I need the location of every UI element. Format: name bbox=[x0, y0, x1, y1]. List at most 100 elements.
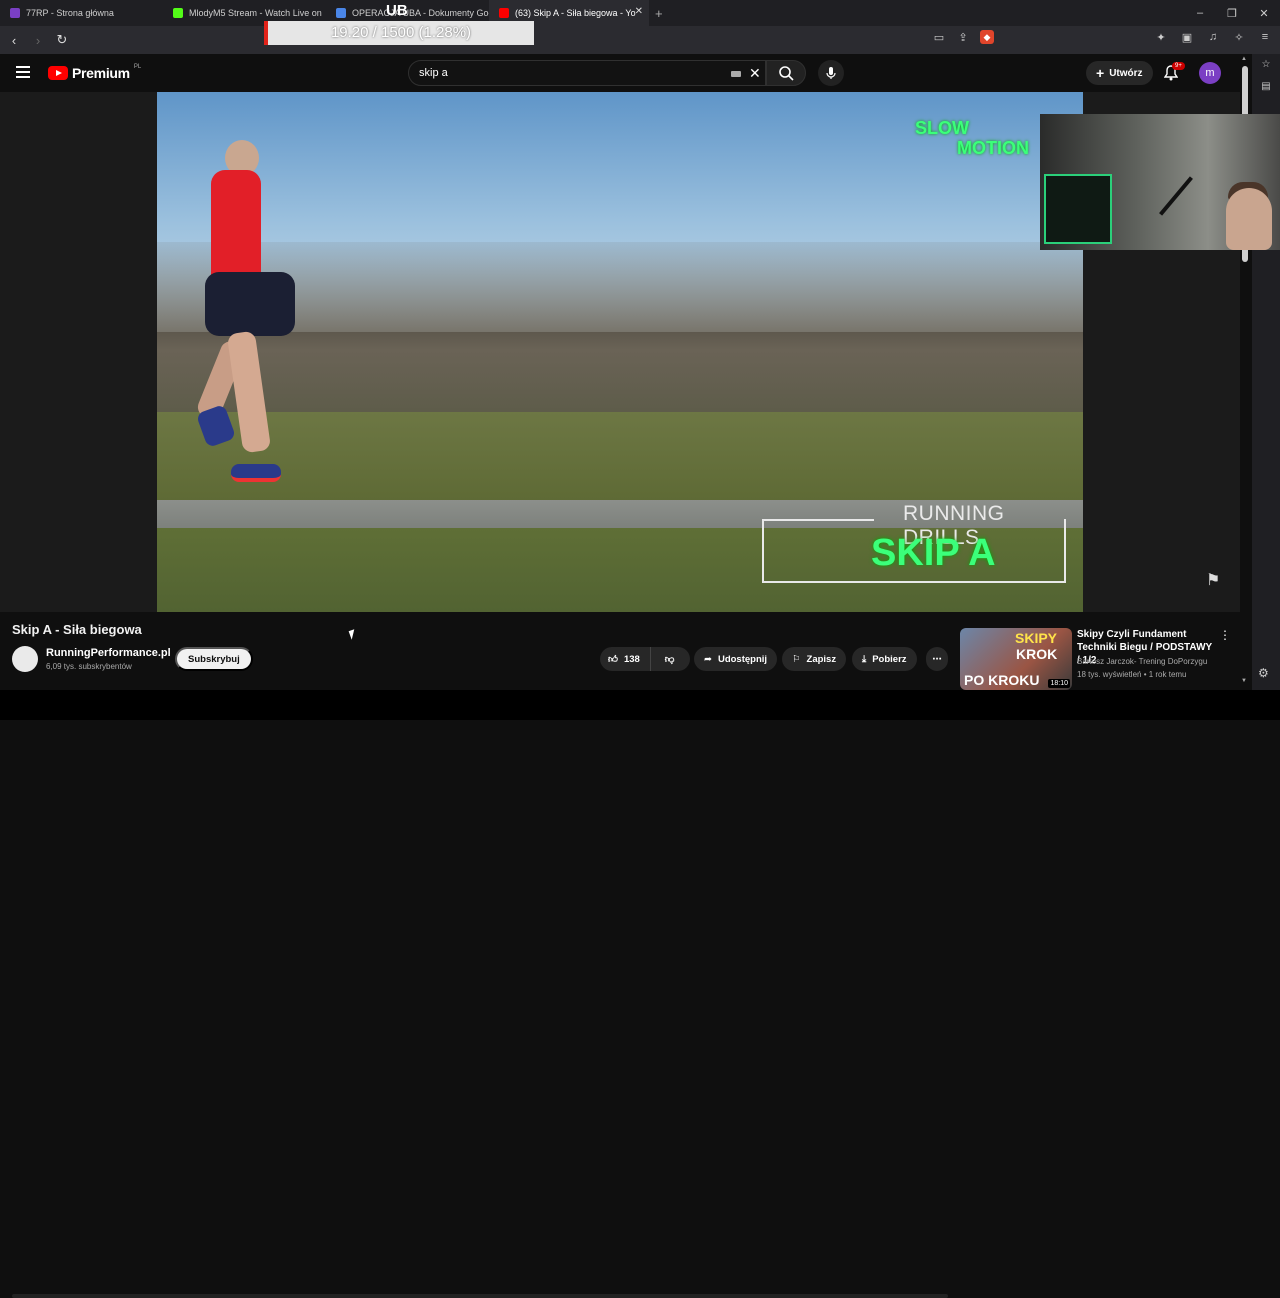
slow-motion-caption: SLOW MOTION bbox=[915, 118, 1029, 158]
new-tab-button[interactable]: + bbox=[655, 6, 663, 21]
hamburger-menu-icon[interactable] bbox=[16, 66, 30, 78]
webcam-person bbox=[1226, 188, 1272, 250]
webcam-pc-case bbox=[1044, 174, 1112, 244]
overlay-title: UB bbox=[386, 2, 408, 19]
youtube-play-icon bbox=[48, 66, 68, 80]
channel-watermark-icon: ⚑ bbox=[1206, 572, 1221, 589]
runner-shoe-ground bbox=[231, 464, 281, 482]
youtube-header: Premium PL ✕ + Utwórz 9+ m bbox=[0, 54, 1240, 92]
channel-name[interactable]: RunningPerformance.pl bbox=[46, 647, 171, 659]
streamer-webcam bbox=[1040, 114, 1280, 250]
forward-icon[interactable]: › bbox=[28, 30, 48, 50]
77rp-favicon-icon bbox=[10, 8, 20, 18]
download-icon: ⤓ bbox=[862, 653, 867, 665]
browser-tab-bar: 77RP - Strona główna MlodyM5 Stream - Wa… bbox=[0, 0, 1280, 26]
restore-icon[interactable]: ❐ bbox=[1216, 0, 1248, 26]
like-button[interactable]: 👍︎ 138 bbox=[600, 647, 651, 671]
share-arrow-icon: ➦ bbox=[704, 653, 712, 665]
sidebar-toggle-icon[interactable]: ▣ bbox=[1180, 30, 1194, 44]
video-frame[interactable]: SLOW MOTION RUNNING DRILLS SKIP A bbox=[157, 92, 1083, 612]
address-bar: ‹ › ↻ bbox=[0, 26, 1280, 54]
webcam-mic-arm bbox=[1159, 176, 1193, 216]
voice-search-button[interactable] bbox=[818, 60, 844, 86]
menu-icon[interactable]: ≡ bbox=[1258, 30, 1272, 44]
subscriber-count: 6,09 tys. subskrybentów bbox=[46, 662, 132, 671]
channel-avatar[interactable] bbox=[12, 646, 38, 672]
tab-close-icon[interactable]: ✕ bbox=[635, 6, 643, 17]
keyboard-icon[interactable] bbox=[731, 71, 741, 77]
extensions-icon[interactable]: ✦ bbox=[1154, 30, 1168, 44]
more-actions-button[interactable]: ⋯ bbox=[926, 647, 948, 671]
clear-search-icon[interactable]: ✕ bbox=[749, 65, 761, 82]
thumb-text-line3: PO KROKU bbox=[964, 672, 1040, 688]
tab-label: 77RP - Strona główna bbox=[26, 8, 114, 18]
video-title: Skip A - Siła biegowa bbox=[12, 622, 142, 637]
leo-ai-icon[interactable]: ✧ bbox=[1232, 30, 1246, 44]
search-button[interactable] bbox=[766, 60, 806, 86]
logo-text: Premium bbox=[72, 65, 130, 81]
recommended-more-icon[interactable]: ⋮ bbox=[1219, 628, 1231, 642]
notification-badge: 9+ bbox=[1172, 62, 1185, 70]
logo-region: PL bbox=[133, 64, 142, 70]
thumbs-up-icon: 👍︎ bbox=[608, 654, 618, 665]
brave-shield-icon[interactable]: ◆ bbox=[980, 30, 994, 44]
share-label: Udostępnij bbox=[717, 653, 768, 665]
video-grass bbox=[157, 412, 1083, 502]
browser-toolbar-icons: ✦ ▣ ♫ ✧ ≡ bbox=[1154, 30, 1272, 44]
thumb-text-line1: SKIPY bbox=[1015, 630, 1058, 646]
kick-favicon-icon bbox=[173, 8, 183, 18]
bookmark-icon: ⚐ bbox=[792, 653, 801, 665]
scroll-down-icon[interactable]: ▼ bbox=[1241, 678, 1247, 684]
motion-text: MOTION bbox=[957, 138, 1029, 158]
tab-77rp[interactable]: 77RP - Strona główna bbox=[0, 0, 163, 26]
overlay-progress-box: 19.20 / 1500 (1.28%) bbox=[264, 21, 534, 45]
like-count: 138 bbox=[623, 653, 640, 665]
video-trees bbox=[157, 242, 1083, 422]
save-button[interactable]: ⚐ Zapisz bbox=[782, 647, 847, 671]
recommended-meta: 18 tys. wyświetleń • 1 rok temu bbox=[1077, 670, 1187, 679]
save-label: Zapisz bbox=[806, 653, 837, 665]
share-page-icon[interactable]: ⇪ bbox=[956, 30, 970, 44]
dislike-button[interactable]: 👎︎ bbox=[657, 653, 683, 665]
download-label: Pobierz bbox=[872, 653, 907, 665]
overlay-progress-text: 19.20 / 1500 (1.28%) bbox=[330, 24, 472, 41]
slow-text: SLOW bbox=[915, 118, 969, 138]
address-bar-icons: ▭ ⇪ ◆ bbox=[932, 30, 994, 44]
share-button[interactable]: ➦ Udostępnij bbox=[694, 647, 778, 671]
taskbar-area bbox=[0, 690, 1280, 720]
download-button[interactable]: ⤓ Pobierz bbox=[852, 647, 917, 671]
create-label: Utwórz bbox=[1109, 67, 1143, 79]
thumb-text-line2: KROK bbox=[1016, 646, 1058, 662]
reading-list-icon[interactable]: ▤ bbox=[1252, 76, 1280, 98]
youtube-premium-logo[interactable]: Premium PL bbox=[48, 64, 142, 81]
cast-icon[interactable]: ▭ bbox=[932, 30, 946, 44]
search-box: ✕ bbox=[408, 60, 766, 86]
bookmarks-icon[interactable]: ☆ bbox=[1252, 54, 1280, 76]
side-panel-settings-icon[interactable]: ⚙ bbox=[1258, 666, 1269, 680]
like-dislike-group: 👍︎ 138 👎︎ bbox=[600, 647, 690, 671]
video-info: Skip A - Siła biegowa RunningPerformance… bbox=[0, 612, 1240, 1298]
recommended-thumbnail[interactable]: SKIPY KROK PO KROKU 18:10 bbox=[960, 628, 1072, 690]
microphone-icon bbox=[826, 67, 836, 79]
runner-shorts bbox=[205, 272, 295, 336]
recommended-channel[interactable]: Bartosz Jarczok- Trening DoPorzygu bbox=[1077, 657, 1207, 666]
plus-icon: + bbox=[1096, 65, 1105, 81]
close-window-icon[interactable]: ✕ bbox=[1248, 0, 1280, 26]
create-button[interactable]: + Utwórz bbox=[1086, 61, 1153, 85]
media-icon[interactable]: ♫ bbox=[1206, 30, 1220, 44]
user-avatar[interactable]: m bbox=[1199, 62, 1221, 84]
runner-torso bbox=[211, 170, 261, 280]
thumbs-down-icon: 👎︎ bbox=[664, 654, 675, 665]
stream-goal-overlay: UB 19.20 / 1500 (1.28%) bbox=[264, 0, 534, 46]
comments-divider bbox=[12, 1294, 948, 1298]
video-duration: 18:10 bbox=[1048, 679, 1070, 688]
scroll-up-icon[interactable]: ▲ bbox=[1241, 56, 1247, 62]
reload-icon[interactable]: ↻ bbox=[52, 30, 72, 50]
minimize-icon[interactable]: – bbox=[1184, 0, 1216, 26]
search-icon bbox=[779, 66, 794, 81]
window-controls: – ❐ ✕ bbox=[1184, 0, 1280, 26]
more-dots-icon: ⋯ bbox=[932, 653, 942, 665]
back-icon[interactable]: ‹ bbox=[4, 30, 24, 50]
subscribe-button[interactable]: Subskrybuj bbox=[175, 647, 253, 671]
search-input[interactable] bbox=[419, 67, 719, 79]
